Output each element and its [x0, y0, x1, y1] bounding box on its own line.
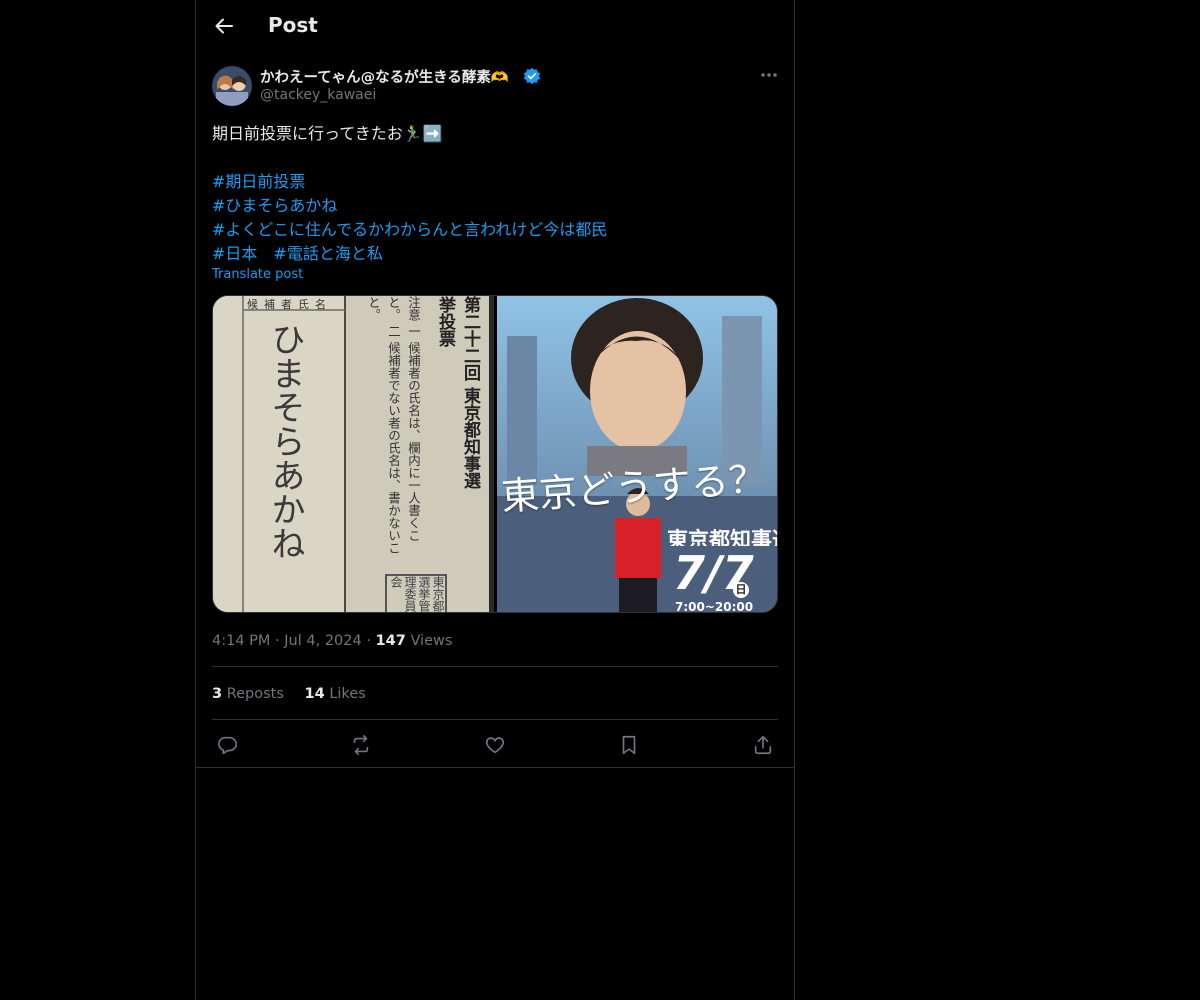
reposts-count: 3	[212, 686, 223, 702]
views-label: Views	[410, 633, 453, 649]
more-options-icon[interactable]	[758, 66, 780, 84]
author-name[interactable]: かわえーてゃん@なるが生きる酵素🫶	[260, 66, 509, 87]
translate-post-link[interactable]: Translate post	[212, 267, 303, 282]
page-title: Post	[268, 13, 318, 37]
divider	[196, 767, 794, 768]
ballot-seal: 東京都選挙管理委員会	[385, 574, 447, 612]
like-icon[interactable]	[484, 734, 506, 756]
hashtag-link[interactable]: #日本 #電話と海と私	[212, 240, 383, 264]
ballot-photo[interactable]: 候補者氏名 ひまそらあかね 第二十二回 東京都知事選挙投票 注意 一 候補者の氏…	[213, 296, 494, 612]
repost-icon[interactable]	[350, 734, 372, 756]
meta-separator: ·	[366, 633, 376, 649]
reposts-link[interactable]: 3 Reposts	[212, 686, 289, 702]
views-count: 147	[375, 633, 406, 649]
poster-election-title: 東京都知事選挙	[667, 528, 777, 546]
poster-date-day: 日	[733, 582, 749, 598]
ballot-handwriting: ひまそらあかね	[268, 322, 305, 560]
back-arrow-icon[interactable]	[212, 14, 236, 38]
author-handle[interactable]: @tackey_kawaei	[260, 87, 376, 103]
hashtag-link[interactable]: #ひまそらあかね	[212, 192, 337, 216]
post-time[interactable]: 4:14 PM	[212, 633, 270, 649]
post-header: Post	[196, 0, 794, 53]
ballot-title: 第二十二回 東京都知事選挙投票	[435, 296, 480, 489]
post-date[interactable]: Jul 4, 2024	[284, 633, 361, 649]
divider	[212, 666, 778, 667]
reposts-label: Reposts	[226, 686, 284, 702]
divider	[212, 719, 778, 720]
likes-label: Likes	[329, 686, 366, 702]
bookmark-icon[interactable]	[618, 734, 640, 756]
hashtag-link[interactable]: #よくどこに住んでるかわからんと言われけど今は都民	[212, 216, 607, 240]
ballot-candidate-header: 候補者氏名	[247, 298, 332, 311]
meta-separator: ·	[275, 633, 285, 649]
hashtag-link[interactable]: #期日前投票	[212, 168, 305, 192]
media-grid: 候補者氏名 ひまそらあかね 第二十二回 東京都知事選挙投票 注意 一 候補者の氏…	[212, 295, 778, 613]
poster-hours: 7:00~20:00	[675, 600, 754, 613]
verified-badge-icon	[523, 67, 541, 85]
tweet-text: 期日前投票に行ってきたお🏃‍♂️➡️	[212, 124, 443, 143]
likes-link[interactable]: 14 Likes	[305, 686, 366, 702]
ballot-notes: 注意 一 候補者の氏名は、欄内に一人書くこと。 二 候補者でない者の氏名は、書か…	[366, 296, 421, 554]
post-column: Post かわえーてゃん@なるが生きる酵素🫶 @tackey_kawaei 期日…	[195, 0, 795, 1000]
share-icon[interactable]	[752, 734, 774, 756]
reply-icon[interactable]	[216, 734, 238, 756]
avatar[interactable]	[212, 66, 252, 106]
post-meta: 4:14 PM · Jul 4, 2024 · 147 Views	[212, 633, 452, 649]
likes-count: 14	[304, 686, 325, 702]
campaign-poster-image[interactable]: 東京どうする？ 東京都知事選挙 7/7 日 7:00~20:00	[497, 296, 777, 613]
engagement-stats: 3 Reposts 14 Likes	[212, 686, 382, 702]
